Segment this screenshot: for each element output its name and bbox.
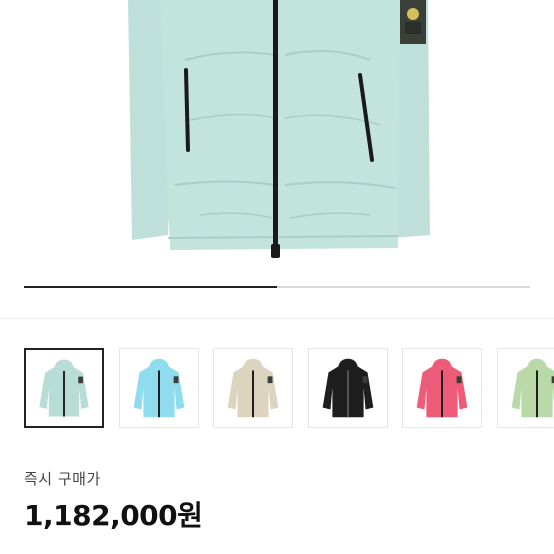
jacket-thumbnail-icon	[39, 359, 89, 417]
thumbnail-sage[interactable]	[496, 348, 554, 428]
thumbnail-beige[interactable]	[213, 348, 293, 428]
carousel-progress-track	[24, 286, 530, 288]
thumbnail-pink[interactable]	[402, 348, 482, 428]
thumbnail-mint[interactable]	[24, 348, 104, 428]
instant-buy-price: 1,182,000원	[24, 499, 203, 532]
thumbnail-sky[interactable]	[118, 348, 199, 428]
carousel-progress-fill	[24, 286, 277, 288]
section-divider	[0, 318, 554, 319]
jacket-hero-image	[128, 0, 430, 258]
jacket-thumbnail-icon	[322, 358, 373, 418]
jacket-thumbnail-icon	[416, 358, 468, 418]
jacket-thumbnail-icon	[511, 358, 554, 418]
jacket-thumbnail-icon	[227, 358, 279, 418]
thumbnail-black[interactable]	[307, 348, 388, 428]
thumbnail-strip	[24, 348, 554, 430]
instant-buy-label: 즉시 구매가	[24, 470, 101, 488]
product-image-carousel[interactable]	[0, 0, 554, 318]
jacket-thumbnail-icon	[133, 358, 184, 418]
